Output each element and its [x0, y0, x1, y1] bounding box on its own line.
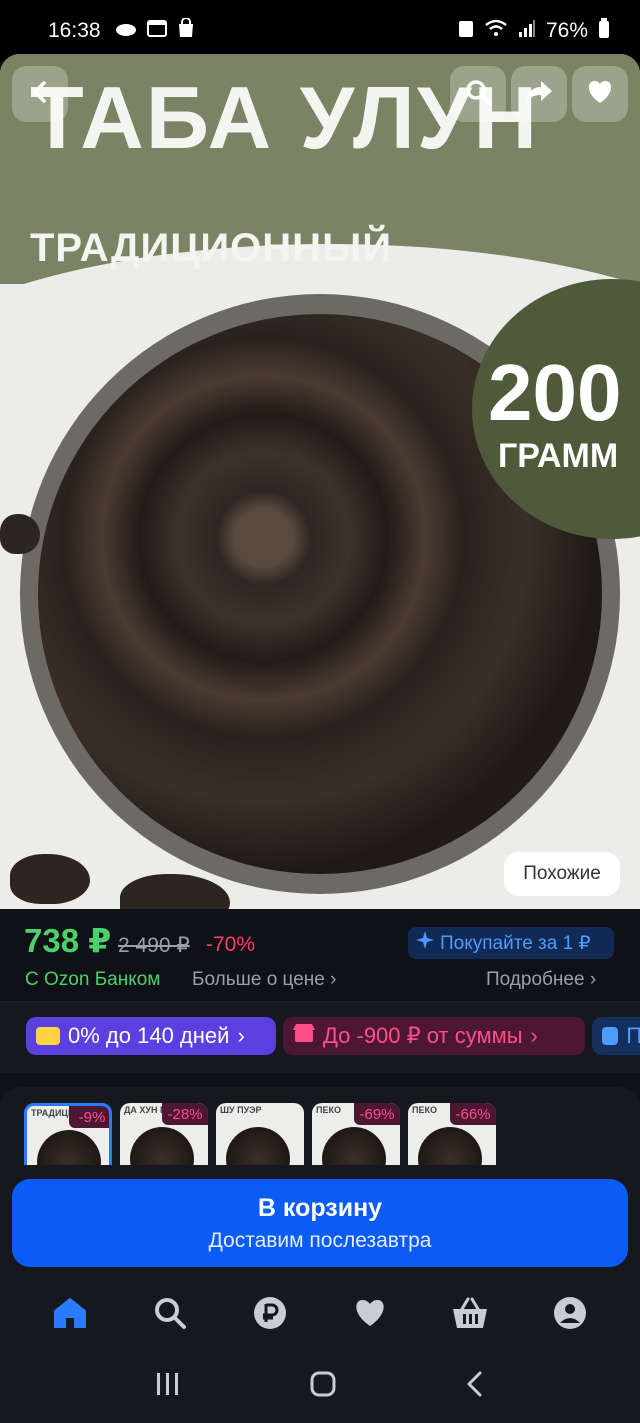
- shopping-bag-icon: [177, 17, 195, 44]
- profile-icon: [553, 1296, 587, 1335]
- battery-percent: 76%: [545, 19, 588, 42]
- battery-icon: [598, 18, 610, 44]
- current-price: 738 ₽: [24, 922, 112, 959]
- basket-icon: [452, 1297, 488, 1334]
- installment-chip[interactable]: 0% до 140 дней ›: [26, 1017, 276, 1055]
- promo-chips: 0% до 140 дней › До -900 ₽ от суммы › П: [0, 1003, 640, 1073]
- similar-button[interactable]: Похожие: [504, 852, 620, 896]
- heart-icon: [586, 79, 614, 110]
- buy-for-1-ruble-badge[interactable]: Покупайте за 1 ₽: [408, 927, 614, 959]
- variant-discount: -9%: [69, 1106, 109, 1128]
- weight-value: 200: [488, 348, 622, 437]
- chevron-right-icon: ›: [237, 1023, 245, 1048]
- ozon-bank-label: С Ozon Банком: [25, 969, 161, 990]
- cloud-icon: [115, 19, 137, 43]
- system-navigation: [0, 1350, 640, 1423]
- product-subtitle-banner: ТРАДИЦИОННЫЙ: [30, 226, 392, 270]
- discount-percent: -70%: [206, 933, 256, 956]
- variant-discount: -66%: [450, 1103, 496, 1125]
- add-to-cart-label: В корзину: [257, 1193, 383, 1222]
- ruble-icon: [253, 1296, 287, 1335]
- chevron-right-icon: ›: [530, 1023, 538, 1048]
- variant-discount: -28%: [162, 1103, 208, 1125]
- back-system-button[interactable]: [464, 1370, 486, 1403]
- wifi-icon: [484, 19, 508, 43]
- delivery-label: Доставим послезавтра: [208, 1228, 432, 1252]
- more-about-price-link[interactable]: Больше о цене ›: [192, 969, 336, 991]
- status-bar: 16:38 76%: [0, 0, 640, 62]
- add-to-cart-button[interactable]: В корзину Доставим послезавтра: [12, 1179, 628, 1267]
- nav-home[interactable]: [42, 1287, 98, 1343]
- calendar-icon: [146, 19, 167, 43]
- discount-chip[interactable]: До -900 ₽ от суммы ›: [283, 1017, 585, 1055]
- card-icon: [36, 1027, 60, 1045]
- share-arrow-icon: [525, 79, 553, 110]
- search-icon: [464, 78, 492, 111]
- chevron-right-icon: ›: [330, 969, 337, 990]
- heart-icon: [353, 1298, 387, 1333]
- chevron-right-icon: ›: [589, 969, 597, 990]
- search-button[interactable]: [450, 66, 506, 122]
- details-link[interactable]: Подробнее ›: [486, 969, 596, 991]
- nav-favorites[interactable]: [342, 1287, 398, 1343]
- nav-cart[interactable]: [442, 1287, 498, 1343]
- search-icon: [153, 1296, 187, 1335]
- nav-catalog[interactable]: [142, 1287, 198, 1343]
- store-icon: [293, 1023, 315, 1049]
- weight-unit: ГРАММ: [498, 437, 619, 475]
- back-button[interactable]: [12, 66, 68, 122]
- sparkle-icon: [416, 931, 434, 955]
- signal-icon: [518, 19, 536, 43]
- bottom-navigation: [0, 1280, 640, 1350]
- home-icon: [53, 1297, 87, 1334]
- product-image[interactable]: ТАБА УЛУН ТРАДИЦИОННЫЙ 200 ГРАММ Похожие: [0, 54, 640, 909]
- add-to-cart-panel: В корзину Доставим послезавтра: [0, 1165, 640, 1280]
- old-price: 2 490 ₽: [118, 934, 190, 957]
- nav-finance[interactable]: [242, 1287, 298, 1343]
- share-button[interactable]: [511, 66, 567, 122]
- chevron-left-icon: [27, 79, 53, 110]
- card-icon: [602, 1027, 619, 1045]
- variant-discount: -69%: [354, 1103, 400, 1125]
- favorite-button[interactable]: [572, 66, 628, 122]
- home-button[interactable]: [309, 1370, 337, 1403]
- status-time: 16:38: [48, 19, 101, 42]
- third-promo-chip[interactable]: П: [592, 1017, 640, 1055]
- recycle-icon: [458, 18, 474, 44]
- price-section: 738 ₽ 2 490 ₽ -70% Покупайте за 1 ₽ С Oz…: [0, 909, 640, 1001]
- nav-profile[interactable]: [542, 1287, 598, 1343]
- recent-apps-button[interactable]: [154, 1371, 182, 1402]
